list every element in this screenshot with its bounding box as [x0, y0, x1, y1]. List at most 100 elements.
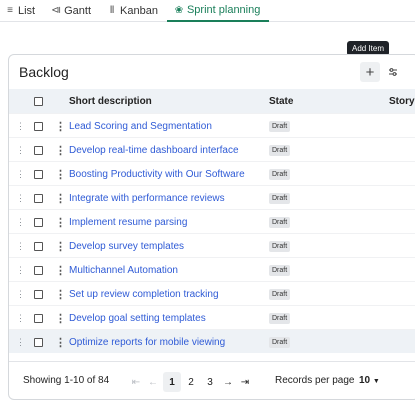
tab-label: List	[18, 4, 36, 17]
tab-label: Sprint planning	[186, 4, 261, 16]
table-row[interactable]: ⋮⋮⋮Multichannel AutomationDraft	[9, 257, 415, 281]
select-all-checkbox[interactable]	[34, 96, 43, 106]
table-header-row: Short description State Story points	[9, 89, 415, 113]
table-row[interactable]: ⋮⋮⋮Develop goal setting templatesDraft	[9, 305, 415, 329]
row-state-cell: Draft	[269, 114, 369, 138]
drag-handle-icon[interactable]: ⋮⋮	[16, 234, 26, 258]
state-badge: Draft	[269, 336, 291, 348]
table-row[interactable]: ⋮⋮⋮Optimize reports for mobile viewingDr…	[9, 329, 415, 353]
page-3-button[interactable]: 3	[202, 372, 218, 392]
drag-handle-icon[interactable]: ⋮⋮	[16, 162, 26, 186]
records-per-page-value: 10	[359, 375, 371, 386]
row-checkbox-cell	[34, 258, 48, 282]
row-description-cell: Develop survey templates	[69, 234, 264, 258]
backlog-title: Backlog	[19, 64, 69, 80]
sliders-icon	[389, 68, 397, 76]
page-1-button[interactable]: 1	[163, 372, 181, 392]
add-item-button[interactable]: +	[360, 62, 380, 82]
column-header-description-label: Short description	[69, 95, 152, 107]
drag-handle-icon[interactable]: ⋮⋮	[16, 114, 26, 138]
row-checkbox[interactable]	[34, 337, 43, 347]
row-checkbox[interactable]	[34, 121, 43, 131]
row-description-link[interactable]: Set up review completion tracking	[69, 289, 264, 300]
row-description-link[interactable]: Develop survey templates	[69, 241, 264, 252]
drag-handle-icon[interactable]: ⋮⋮	[16, 138, 26, 162]
row-description-cell: Lead Scoring and Segmentation	[69, 114, 264, 138]
row-more-icon[interactable]: ⋮	[55, 330, 63, 354]
row-state-cell: Draft	[269, 282, 369, 306]
table-row[interactable]: ⋮⋮⋮Lead Scoring and SegmentationDraft	[9, 113, 415, 137]
caret-down-icon: ▼	[372, 378, 380, 385]
row-more-icon[interactable]: ⋮	[55, 138, 63, 162]
row-description-link[interactable]: Integrate with performance reviews	[69, 193, 264, 204]
records-per-page-select[interactable]: 10 ▼	[359, 375, 380, 386]
tab-sprint-planning[interactable]: ❀ Sprint planning	[166, 0, 270, 22]
drag-handle-icon[interactable]: ⋮⋮	[16, 210, 26, 234]
row-more-icon[interactable]: ⋮	[55, 186, 63, 210]
row-description-cell: Develop goal setting templates	[69, 306, 264, 330]
row-description-link[interactable]: Lead Scoring and Segmentation	[69, 121, 264, 132]
sprint-icon: ❀	[174, 4, 184, 16]
row-more-icon[interactable]: ⋮	[55, 210, 63, 234]
tab-gantt[interactable]: ⧏ Gantt	[44, 0, 100, 21]
row-checkbox[interactable]	[34, 241, 43, 251]
next-page-icon[interactable]: →	[221, 372, 235, 392]
column-settings-button[interactable]	[383, 62, 403, 82]
row-checkbox[interactable]	[34, 313, 43, 323]
row-description-link[interactable]: Develop real-time dashboard interface	[69, 145, 264, 156]
row-more-icon[interactable]: ⋮	[55, 306, 63, 330]
row-description-cell: Integrate with performance reviews	[69, 186, 264, 210]
first-page-icon[interactable]: ⇤	[129, 372, 143, 392]
table-row[interactable]: ⋮⋮⋮Implement resume parsingDraft	[9, 209, 415, 233]
row-more-icon[interactable]: ⋮	[55, 282, 63, 306]
row-checkbox[interactable]	[34, 265, 43, 275]
drag-handle-icon[interactable]: ⋮⋮	[16, 186, 26, 210]
plus-icon: +	[365, 63, 375, 81]
table-row[interactable]: ⋮⋮⋮Boosting Productivity with Our Softwa…	[9, 161, 415, 185]
drag-handle-icon[interactable]: ⋮⋮	[16, 258, 26, 282]
state-badge: Draft	[269, 288, 291, 300]
row-checkbox[interactable]	[34, 289, 43, 299]
backlog-table: Short description State Story points ⋮⋮⋮…	[9, 89, 415, 353]
state-badge: Draft	[269, 240, 291, 252]
tab-kanban[interactable]: Ⅱ Kanban	[100, 0, 167, 21]
row-checkbox-cell	[34, 114, 48, 138]
row-description-cell: Implement resume parsing	[69, 210, 264, 234]
row-checkbox[interactable]	[34, 145, 43, 155]
column-header-description[interactable]: Short description	[69, 89, 264, 113]
row-description-link[interactable]: Develop goal setting templates	[69, 313, 264, 324]
row-description-link[interactable]: Optimize reports for mobile viewing	[69, 337, 264, 348]
row-checkbox-cell	[34, 282, 48, 306]
page-2-button[interactable]: 2	[183, 372, 199, 392]
previous-page-icon[interactable]: ←	[146, 372, 160, 392]
table-body: ⋮⋮⋮Lead Scoring and SegmentationDraft⋮⋮⋮…	[9, 113, 415, 353]
list-icon: ≡	[7, 5, 13, 16]
row-checkbox[interactable]	[34, 169, 43, 179]
row-description-cell: Optimize reports for mobile viewing	[69, 330, 264, 354]
row-description-link[interactable]: Multichannel Automation	[69, 265, 264, 276]
table-row[interactable]: ⋮⋮⋮Set up review completion trackingDraf…	[9, 281, 415, 305]
table-row[interactable]: ⋮⋮⋮Develop survey templatesDraft	[9, 233, 415, 257]
row-more-icon[interactable]: ⋮	[55, 234, 63, 258]
row-description-link[interactable]: Implement resume parsing	[69, 217, 264, 228]
row-description-link[interactable]: Boosting Productivity with Our Software	[69, 169, 264, 180]
drag-handle-icon[interactable]: ⋮⋮	[16, 330, 26, 354]
row-state-cell: Draft	[269, 234, 369, 258]
state-badge: Draft	[269, 144, 291, 156]
last-page-icon[interactable]: ⇥	[238, 372, 252, 392]
backlog-panel: Backlog + Short description State Story …	[8, 54, 415, 400]
drag-handle-icon[interactable]: ⋮⋮	[16, 306, 26, 330]
row-more-icon[interactable]: ⋮	[55, 114, 63, 138]
tab-list[interactable]: ≡ List	[0, 0, 44, 21]
column-header-story-points[interactable]: Story points	[389, 89, 415, 113]
row-more-icon[interactable]: ⋮	[55, 258, 63, 282]
table-row[interactable]: ⋮⋮⋮Integrate with performance reviewsDra…	[9, 185, 415, 209]
table-row[interactable]: ⋮⋮⋮Develop real-time dashboard interface…	[9, 137, 415, 161]
column-header-state[interactable]: State	[269, 89, 369, 113]
row-description-cell: Multichannel Automation	[69, 258, 264, 282]
row-more-icon[interactable]: ⋮	[55, 162, 63, 186]
row-checkbox[interactable]	[34, 217, 43, 227]
drag-handle-icon[interactable]: ⋮⋮	[16, 282, 26, 306]
row-checkbox[interactable]	[34, 193, 43, 203]
row-description-cell: Boosting Productivity with Our Software	[69, 162, 264, 186]
